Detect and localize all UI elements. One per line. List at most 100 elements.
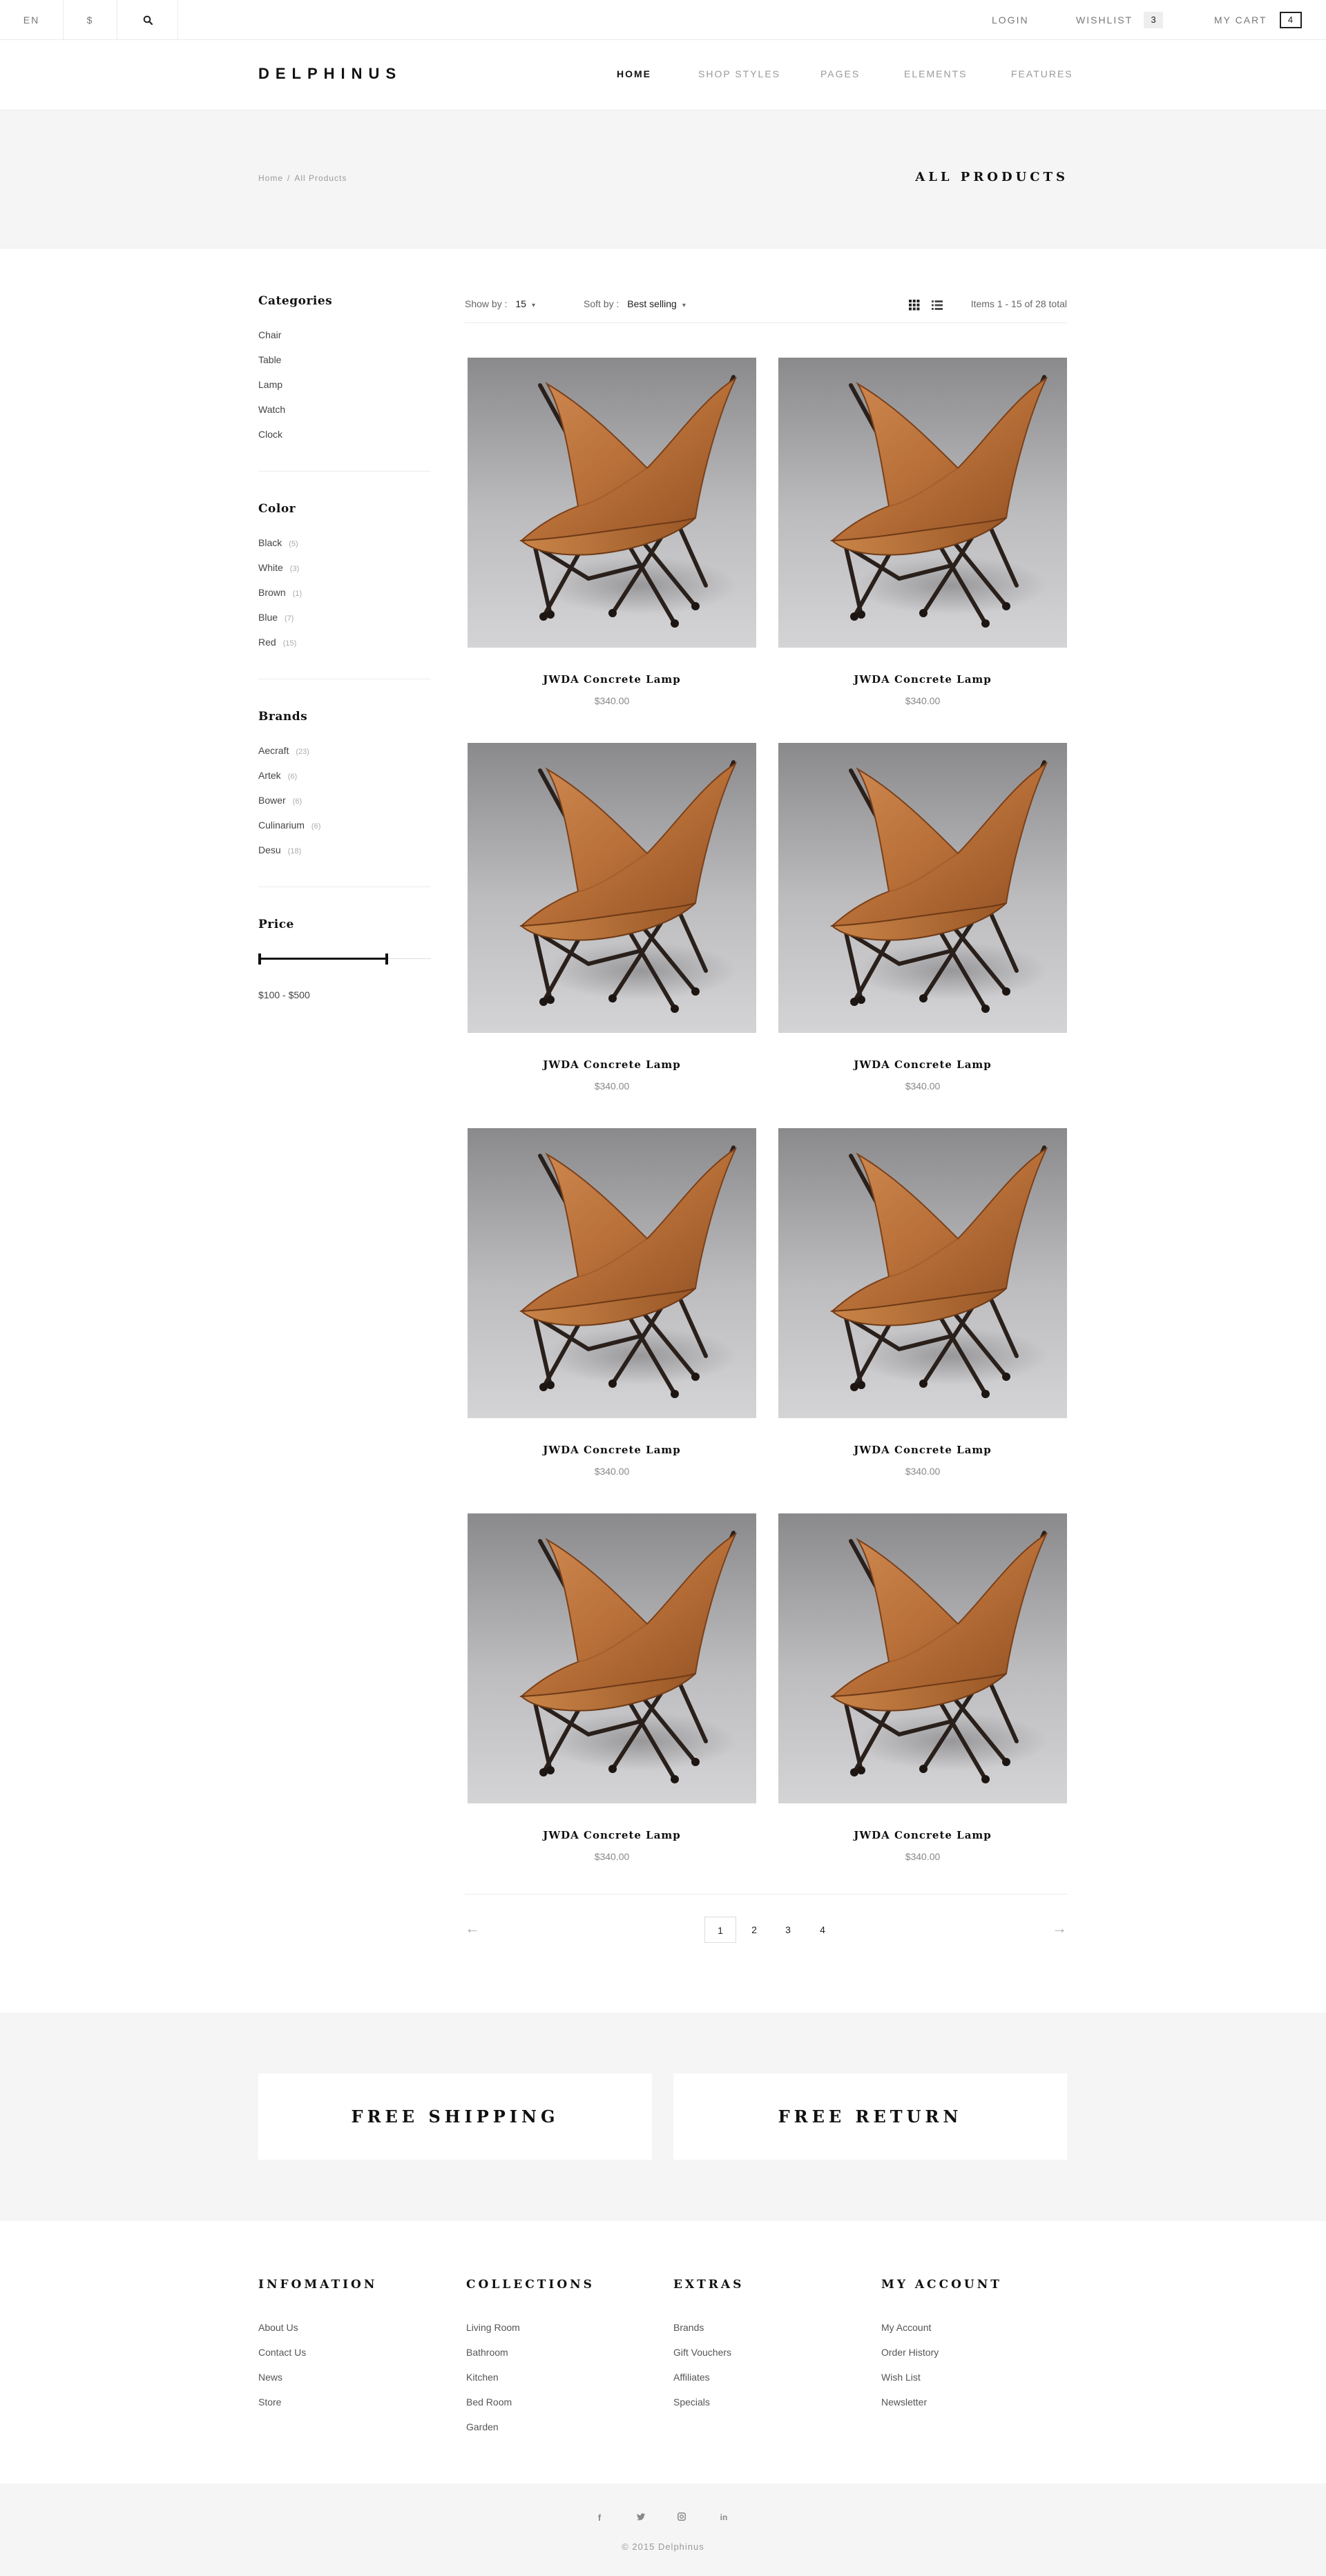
brand-item-culinarium[interactable]: Culinarium (6) (258, 819, 431, 844)
product-image[interactable] (778, 358, 1067, 648)
footer-link-gift-vouchers[interactable]: Gift Vouchers (673, 2346, 744, 2371)
product-name[interactable]: JWDA Concrete Lamp (468, 1058, 756, 1071)
product-name[interactable]: JWDA Concrete Lamp (778, 1829, 1067, 1841)
product-name[interactable]: JWDA Concrete Lamp (778, 1444, 1067, 1456)
product-image[interactable] (778, 1513, 1067, 1803)
site-footer: INFOMATION About Us Contact Us News Stor… (0, 2221, 1326, 2483)
next-page-arrow-icon[interactable]: → (1052, 1919, 1067, 1937)
footer-link-my-account[interactable]: My Account (881, 2321, 1002, 2346)
category-item-watch[interactable]: Watch (258, 403, 431, 428)
category-item-chair[interactable]: Chair (258, 329, 431, 354)
nav-elements[interactable]: ELEMENTS (904, 68, 967, 79)
product-image[interactable] (468, 358, 756, 648)
footer-link-specials[interactable]: Specials (673, 2396, 744, 2421)
brand-item-aecraft[interactable]: Aecraft (23) (258, 744, 431, 769)
footer-link-kitchen[interactable]: Kitchen (466, 2371, 595, 2396)
price-range-slider[interactable] (258, 952, 431, 966)
footer-link-order-history[interactable]: Order History (881, 2346, 1002, 2371)
breadcrumb-home[interactable]: Home (258, 173, 283, 183)
sort-by-dropdown[interactable]: Soft by : Best selling ▾ (584, 298, 686, 309)
price-filter: Price $100 - $500 (258, 918, 431, 1018)
main-header: DELPHINUS HOME SHOP STYLES PAGES ELEMENT… (0, 40, 1326, 110)
product-card[interactable]: JWDA Concrete Lamp $340.00 (778, 743, 1067, 1092)
wishlist-link[interactable]: WISHLIST 3 (1076, 0, 1164, 40)
cart-link[interactable]: MY CART 4 (1214, 0, 1302, 40)
categories-title: Categories (258, 294, 333, 308)
facebook-icon[interactable]: f (589, 2512, 610, 2524)
slider-handle-max[interactable] (385, 953, 388, 965)
page-2-button[interactable]: 2 (738, 1917, 770, 1943)
footer-link-contact-us[interactable]: Contact Us (258, 2346, 377, 2371)
product-image[interactable] (778, 743, 1067, 1033)
color-item-black[interactable]: Black (5) (258, 536, 431, 561)
footer-column-title: COLLECTIONS (466, 2278, 595, 2292)
product-name[interactable]: JWDA Concrete Lamp (468, 1444, 756, 1456)
footer-link-about-us[interactable]: About Us (258, 2321, 377, 2346)
footer-link-brands[interactable]: Brands (673, 2321, 744, 2346)
linkedin-icon[interactable]: in (713, 2512, 734, 2524)
nav-features[interactable]: FEATURES (1011, 68, 1073, 79)
product-card[interactable]: JWDA Concrete Lamp $340.00 (468, 743, 756, 1092)
footer-link-store[interactable]: Store (258, 2396, 377, 2421)
grid-view-icon[interactable] (909, 300, 920, 311)
color-count: (5) (289, 540, 298, 548)
language-selector[interactable]: EN (0, 0, 64, 40)
price-title: Price (258, 918, 294, 931)
nav-home[interactable]: HOME (617, 68, 651, 79)
prev-page-arrow-icon[interactable]: ← (465, 1919, 480, 1937)
footer-link-living-room[interactable]: Living Room (466, 2321, 595, 2346)
color-item-blue[interactable]: Blue (7) (258, 611, 431, 636)
footer-link-wish-list[interactable]: Wish List (881, 2371, 1002, 2396)
nav-shop-styles[interactable]: SHOP STYLES (698, 68, 780, 79)
product-image[interactable] (468, 743, 756, 1033)
footer-link-garden[interactable]: Garden (466, 2421, 595, 2446)
login-link[interactable]: LOGIN (992, 0, 1029, 40)
product-card[interactable]: JWDA Concrete Lamp $340.00 (778, 358, 1067, 706)
twitter-icon[interactable] (631, 2512, 651, 2524)
footer-link-affiliates[interactable]: Affiliates (673, 2371, 744, 2396)
color-count: (15) (282, 639, 297, 648)
items-count: Items 1 - 15 of 28 total (970, 298, 1067, 309)
product-name[interactable]: JWDA Concrete Lamp (778, 1058, 1067, 1071)
product-card[interactable]: JWDA Concrete Lamp $340.00 (778, 1513, 1067, 1862)
category-item-table[interactable]: Table (258, 354, 431, 378)
footer-link-bathroom[interactable]: Bathroom (466, 2346, 595, 2371)
language-label: EN (23, 14, 40, 26)
search-button[interactable] (117, 0, 178, 40)
product-card[interactable]: JWDA Concrete Lamp $340.00 (468, 358, 756, 706)
instagram-icon[interactable] (671, 2512, 692, 2524)
site-logo[interactable]: DELPHINUS (258, 65, 402, 83)
product-name[interactable]: JWDA Concrete Lamp (468, 673, 756, 686)
brand-item-bower[interactable]: Bower (6) (258, 794, 431, 819)
footer-link-bed-room[interactable]: Bed Room (466, 2396, 595, 2421)
product-card[interactable]: JWDA Concrete Lamp $340.00 (778, 1128, 1067, 1477)
product-name[interactable]: JWDA Concrete Lamp (468, 1829, 756, 1841)
color-filter: Color Black (5) White (3) Brown (1) Blue (7)… (258, 502, 431, 679)
show-by-dropdown[interactable]: Show by : 15 ▾ (465, 298, 535, 309)
slider-handle-min[interactable] (258, 953, 261, 965)
nav-pages[interactable]: PAGES (820, 68, 860, 79)
product-image[interactable] (778, 1128, 1067, 1418)
color-label: Brown (258, 587, 286, 598)
color-item-red[interactable]: Red (15) (258, 636, 431, 661)
color-item-brown[interactable]: Brown (1) (258, 586, 431, 611)
product-image[interactable] (468, 1513, 756, 1803)
currency-selector[interactable]: $ (64, 0, 117, 40)
category-item-lamp[interactable]: Lamp (258, 378, 431, 403)
page-3-button[interactable]: 3 (772, 1917, 804, 1943)
page-4-button[interactable]: 4 (807, 1917, 838, 1943)
color-item-white[interactable]: White (3) (258, 561, 431, 586)
product-price: $340.00 (905, 695, 941, 706)
product-name[interactable]: JWDA Concrete Lamp (778, 673, 1067, 686)
brand-item-desu[interactable]: Desu (18) (258, 844, 431, 869)
product-price: $340.00 (594, 1851, 630, 1862)
product-card[interactable]: JWDA Concrete Lamp $340.00 (468, 1513, 756, 1862)
list-view-icon[interactable] (932, 300, 943, 311)
footer-link-news[interactable]: News (258, 2371, 377, 2396)
product-card[interactable]: JWDA Concrete Lamp $340.00 (468, 1128, 756, 1477)
category-item-clock[interactable]: Clock (258, 428, 431, 453)
brand-item-artek[interactable]: Artek (6) (258, 769, 431, 794)
page-1-button[interactable]: 1 (704, 1917, 736, 1943)
footer-link-newsletter[interactable]: Newsletter (881, 2396, 1002, 2421)
product-image[interactable] (468, 1128, 756, 1418)
